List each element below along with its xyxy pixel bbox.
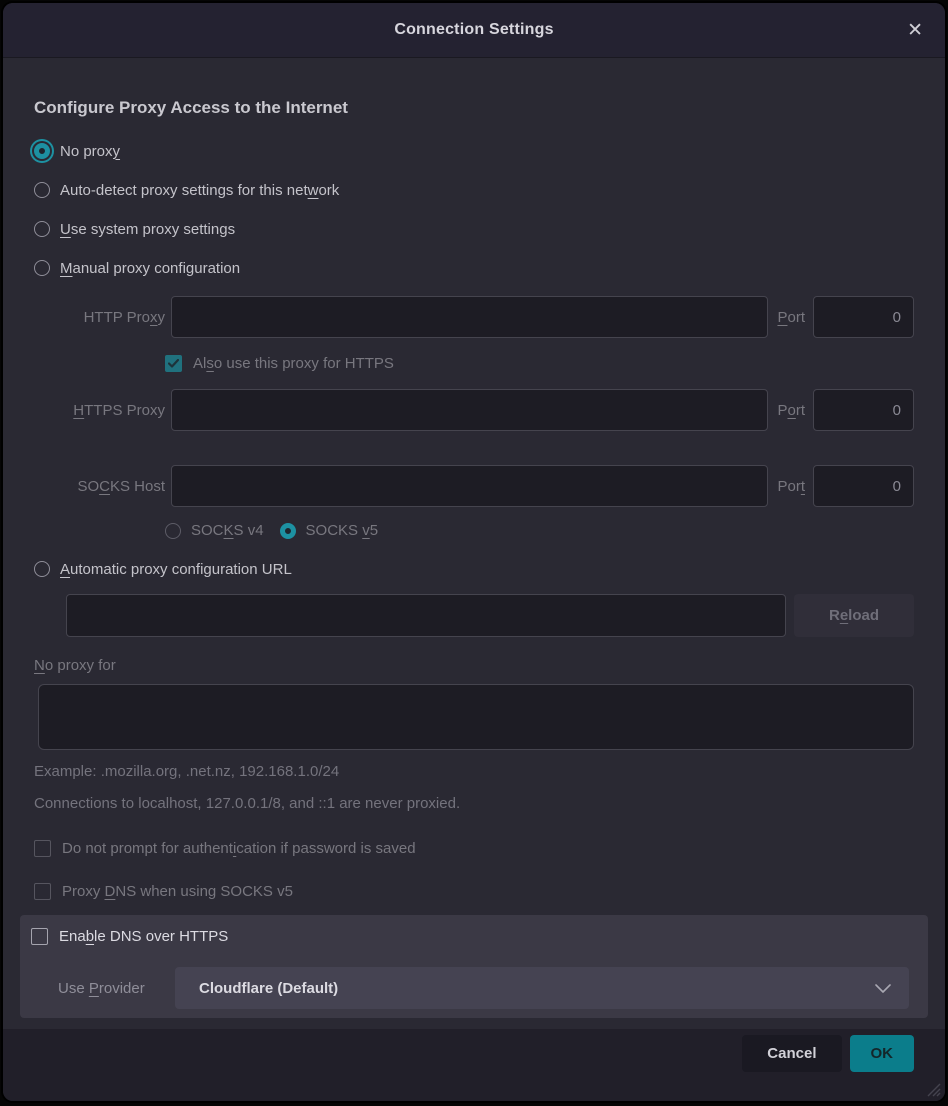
socks-version-row: SOCKS v4 SOCKS v5 [165,522,914,539]
radio-auto-url[interactable] [34,561,50,577]
https-proxy-label: HTTPS Proxy [34,402,165,419]
https-port-label: Port [777,402,805,419]
radio-row-auto-url[interactable]: Automatic proxy configuration URL [34,558,914,580]
socks-v4-group: SOCKS v4 [165,522,264,539]
radio-auto-detect[interactable] [34,182,50,198]
radio-row-manual[interactable]: Manual proxy configuration [34,257,914,279]
reload-button: Reload [794,594,914,637]
radio-use-system-label[interactable]: Use system proxy settings [60,221,235,238]
doh-section: Enable DNS over HTTPS Use Provider Cloud… [20,915,928,1018]
checkbox-enable-doh[interactable] [31,928,48,945]
socks-host-input [171,465,768,507]
radio-row-auto-detect[interactable]: Auto-detect proxy settings for this netw… [34,179,914,201]
http-port-input [813,296,914,338]
connection-settings-dialog: Connection Settings ✕ Configure Proxy Ac… [3,3,945,1101]
provider-row: Use Provider Cloudflare (Default) [58,967,909,1009]
no-auth-prompt-row: Do not prompt for authentication if pass… [34,840,914,857]
provider-dropdown[interactable]: Cloudflare (Default) [175,967,909,1009]
https-proxy-input [171,389,768,431]
radio-auto-url-label[interactable]: Automatic proxy configuration URL [60,561,292,578]
no-auth-prompt-label: Do not prompt for authentication if pass… [62,840,416,857]
resize-grip-icon[interactable] [923,1079,941,1097]
also-https-row: Also use this proxy for HTTPS [165,355,914,372]
radio-row-no-proxy[interactable]: No proxy [34,140,914,162]
http-port-label: Port [777,309,805,326]
proxy-dns-label: Proxy DNS when using SOCKS v5 [62,883,293,900]
checkbox-also-https [165,355,182,372]
socks-port-input [813,465,914,507]
cancel-button[interactable]: Cancel [742,1035,841,1072]
socks-v5-group: SOCKS v5 [280,522,379,539]
radio-socks-v5-label: SOCKS v5 [306,522,379,539]
enable-doh-label[interactable]: Enable DNS over HTTPS [59,928,228,945]
radio-use-system[interactable] [34,221,50,237]
dialog-title: Connection Settings [394,21,553,39]
dialog-footer: Cancel OK [3,1029,945,1101]
example-text: Example: .mozilla.org, .net.nz, 192.168.… [34,763,914,780]
socks-port-label: Port [777,478,805,495]
never-proxied-text: Connections to localhost, 127.0.0.1/8, a… [34,795,914,812]
auto-url-row: Reload [66,594,914,637]
radio-manual[interactable] [34,260,50,276]
socks-host-row: SOCKS Host Port [34,465,914,507]
use-provider-label: Use Provider [58,980,163,997]
radio-no-proxy-label[interactable]: No proxy [60,143,120,160]
radio-row-use-system[interactable]: Use system proxy settings [34,218,914,240]
checkbox-proxy-dns [34,883,51,900]
http-proxy-input [171,296,768,338]
radio-socks-v4 [165,523,181,539]
radio-socks-v4-label: SOCKS v4 [191,522,264,539]
titlebar: Connection Settings ✕ [3,3,945,58]
check-icon [168,359,179,368]
no-proxy-for-textarea [38,684,914,750]
checkbox-no-auth-prompt [34,840,51,857]
no-proxy-for-label: No proxy for [34,657,914,674]
proxy-dns-row: Proxy DNS when using SOCKS v5 [34,883,914,900]
radio-auto-detect-label[interactable]: Auto-detect proxy settings for this netw… [60,182,339,199]
provider-dropdown-value: Cloudflare (Default) [199,980,338,997]
auto-url-input [66,594,786,637]
ok-button[interactable]: OK [850,1035,915,1072]
http-proxy-row: HTTP Proxy Port [34,296,914,338]
enable-doh-row[interactable]: Enable DNS over HTTPS [31,928,909,945]
radio-manual-label[interactable]: Manual proxy configuration [60,260,240,277]
dialog-body: Configure Proxy Access to the Internet N… [3,58,945,1029]
radio-socks-v5 [280,523,296,539]
https-proxy-row: HTTPS Proxy Port [34,389,914,431]
also-https-label: Also use this proxy for HTTPS [193,355,394,372]
https-port-input [813,389,914,431]
radio-no-proxy[interactable] [34,143,50,159]
close-icon[interactable]: ✕ [901,3,929,57]
chevron-down-icon [875,984,891,993]
page-title: Configure Proxy Access to the Internet [34,96,914,120]
http-proxy-label: HTTP Proxy [34,309,165,326]
socks-host-label: SOCKS Host [34,478,165,495]
